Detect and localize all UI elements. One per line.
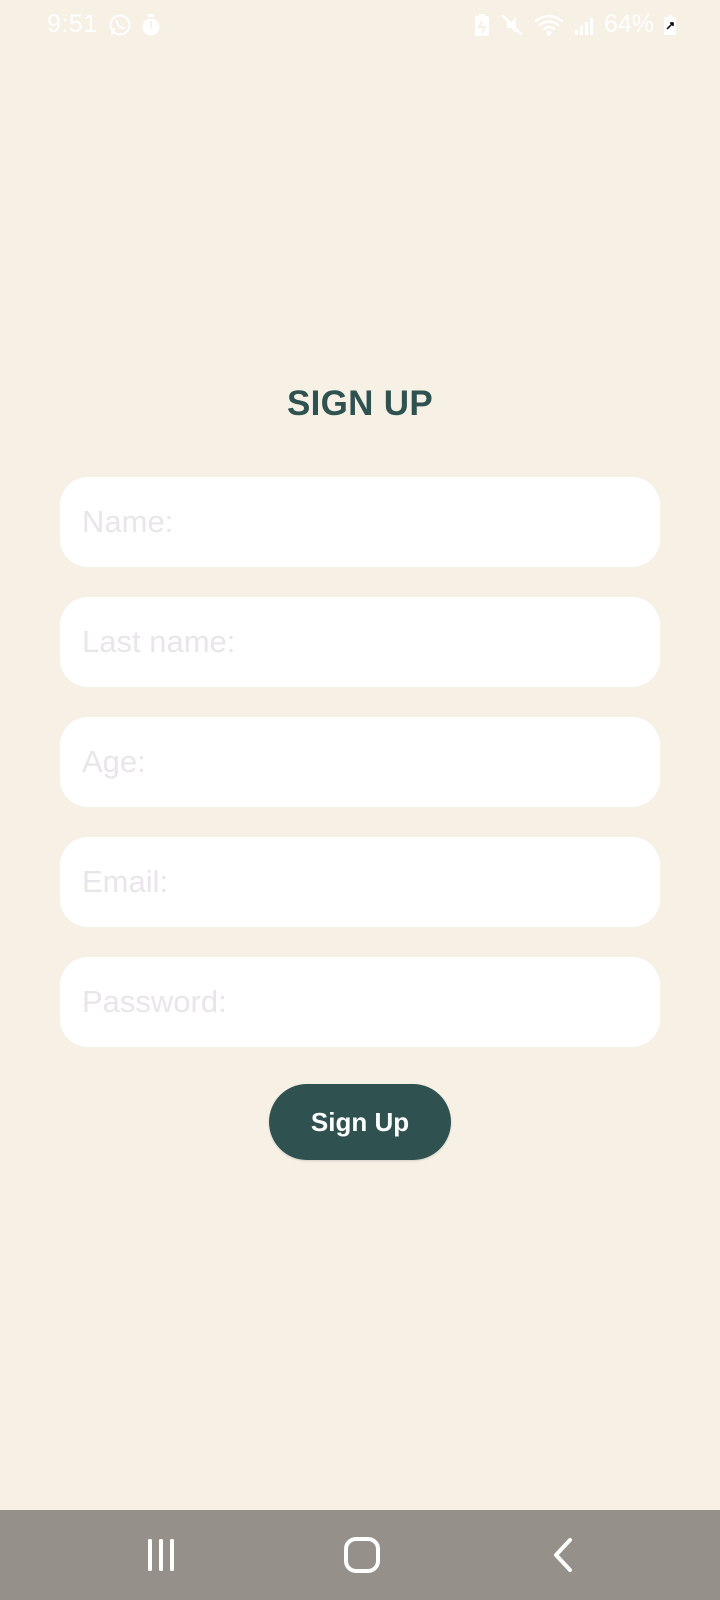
battery-icon [664, 14, 676, 35]
recent-apps-button[interactable] [131, 1532, 191, 1578]
whatsapp-icon [108, 13, 132, 37]
home-button[interactable] [332, 1532, 392, 1578]
sign-up-button[interactable]: Sign Up [269, 1084, 451, 1160]
battery-saver-icon [474, 13, 490, 37]
page-title: SIGN UP [286, 384, 433, 423]
signal-icon [574, 13, 594, 37]
status-notification-icons [108, 13, 162, 37]
password-field[interactable] [60, 957, 660, 1047]
last-name-field[interactable] [60, 597, 660, 687]
age-field[interactable] [60, 717, 660, 807]
status-time: 9:51 [47, 10, 98, 38]
recent-apps-icon [144, 1537, 178, 1573]
back-button[interactable] [533, 1532, 593, 1578]
home-icon [343, 1536, 381, 1574]
navigation-bar [0, 1510, 720, 1600]
wifi-icon [534, 13, 564, 37]
status-system-icons: 64% [474, 10, 676, 39]
name-field[interactable] [60, 477, 660, 567]
battery-percentage: 64% [603, 10, 654, 38]
email-field[interactable] [60, 837, 660, 927]
back-icon [551, 1537, 575, 1573]
status-bar: 9:51 64% [0, 0, 720, 52]
mute-icon [500, 13, 524, 37]
timer-icon [140, 13, 162, 37]
